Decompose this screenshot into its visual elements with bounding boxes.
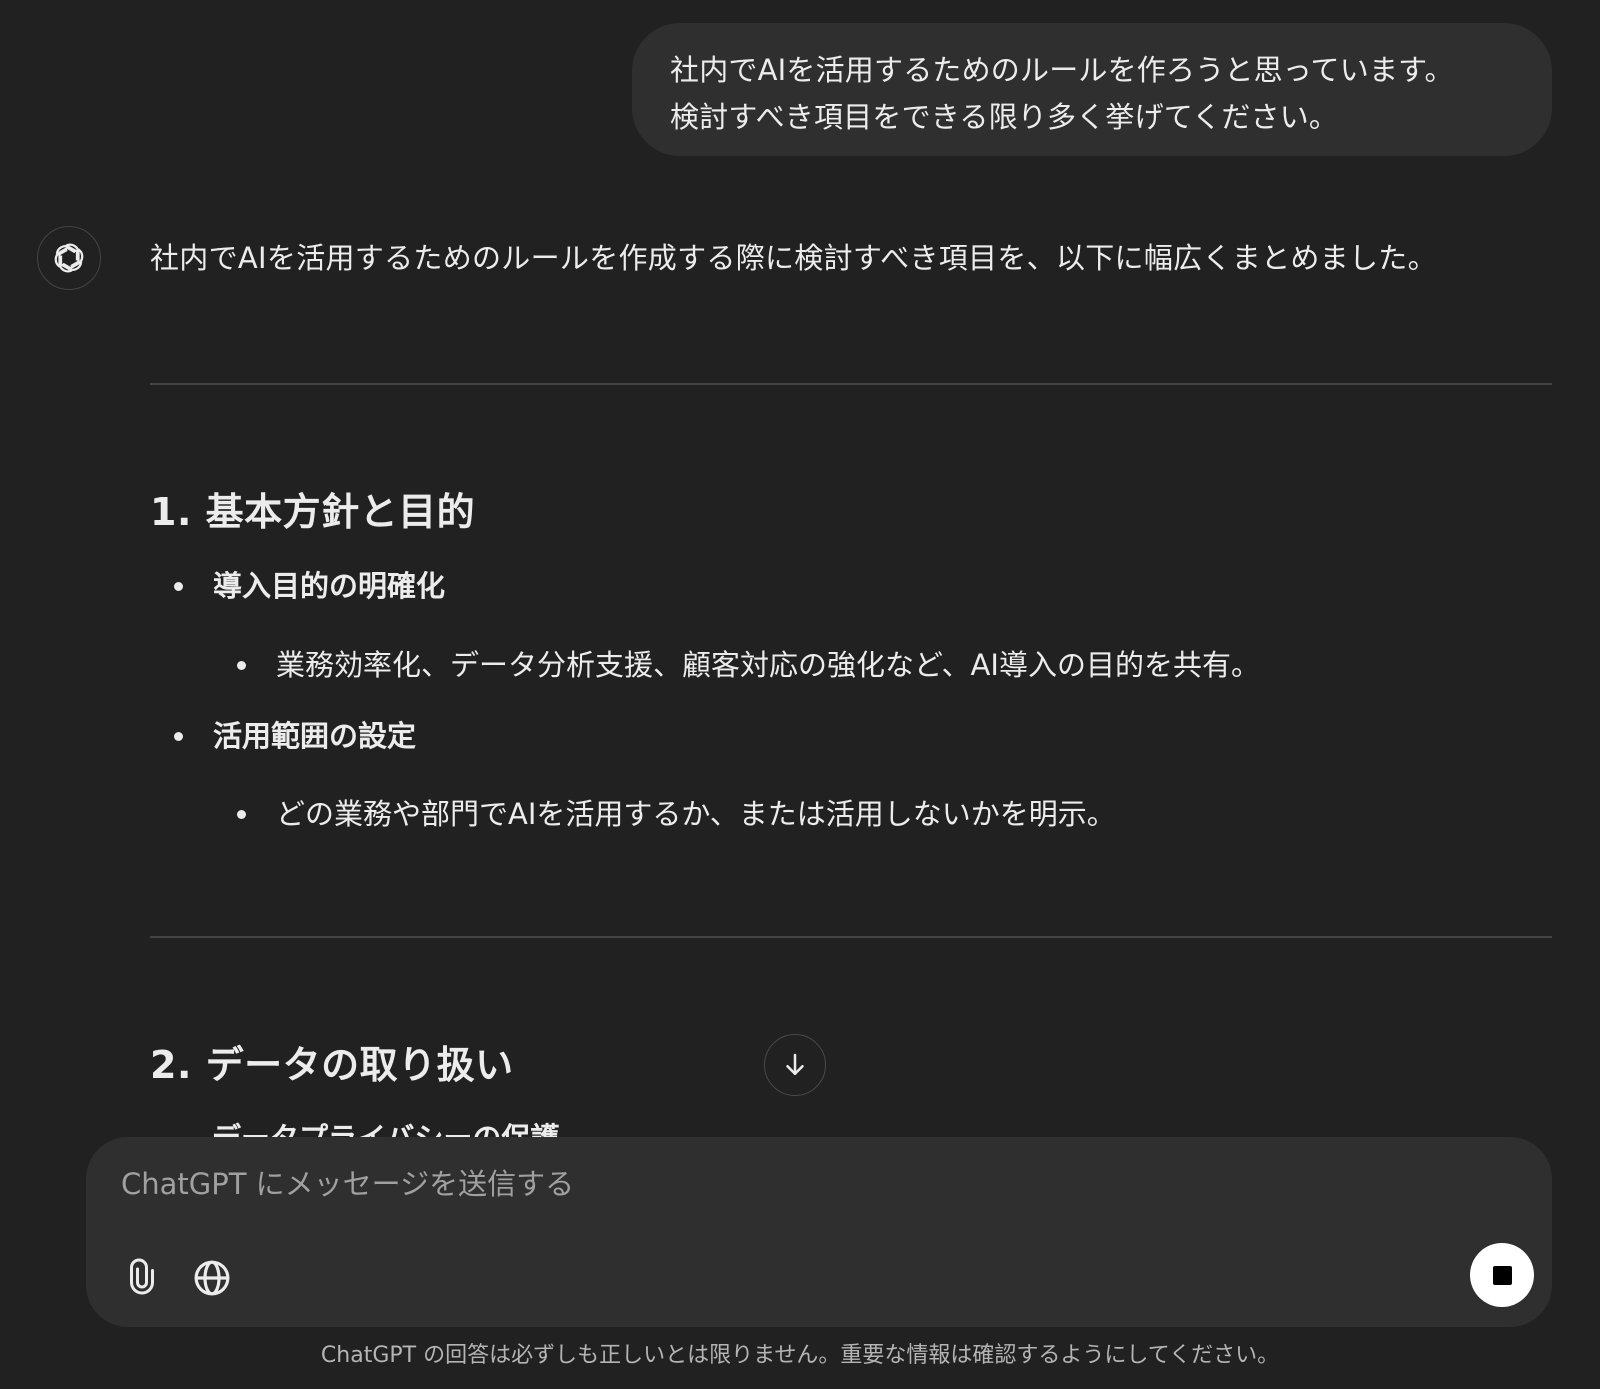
message-input[interactable] [121, 1159, 1421, 1209]
paperclip-icon [130, 1258, 154, 1295]
footer-disclaimer: ChatGPT の回答は必ずしも正しいとは限りません。重要な情報は確認するように… [320, 1343, 1280, 1368]
list-item-title: 導入目的の明確化 [213, 569, 446, 603]
bullet-icon [237, 809, 246, 819]
section-divider [150, 383, 1552, 385]
user-message-line: 検討すべき項目をできる限り多く挙げてください。 [670, 100, 1339, 134]
scroll-to-bottom-button[interactable] [764, 1034, 826, 1096]
bullet-icon [174, 581, 183, 591]
user-message-line: 社内でAIを活用するためのルールを作ろうと思っています。 [670, 53, 1454, 87]
user-message-bubble: 社内でAIを活用するためのルールを作ろうと思っています。 検討すべき項目をできる… [632, 23, 1552, 156]
chatgpt-logo-icon [54, 243, 84, 273]
list-item: どの業務や部門でAIを活用するか、または活用しないかを明示。 [237, 794, 1116, 834]
list-item: 導入目的の明確化 [174, 566, 445, 606]
stop-icon [1492, 1265, 1512, 1285]
bullet-icon [237, 660, 246, 670]
assistant-intro-text: 社内でAIを活用するためのルールを作成する際に検討すべき項目を、以下に幅広くまと… [150, 241, 1437, 275]
message-composer [86, 1137, 1552, 1327]
section-heading: 1. 基本方針と目的 [150, 490, 476, 534]
list-item-title: 活用範囲の設定 [213, 719, 417, 753]
section-heading: 2. データの取り扱い [150, 1043, 514, 1087]
attach-file-button[interactable] [116, 1252, 168, 1304]
section-divider [150, 936, 1552, 938]
list-item-detail: どの業務や部門でAIを活用するか、または活用しないかを明示。 [276, 797, 1116, 831]
web-search-button[interactable] [186, 1252, 238, 1304]
assistant-avatar [37, 226, 101, 290]
chat-page: 社内でAIを活用するためのルールを作ろうと思っています。 検討すべき項目をできる… [0, 0, 1600, 1389]
list-item: 活用範囲の設定 [174, 716, 416, 756]
bullet-icon [174, 731, 183, 741]
list-item: 業務効率化、データ分析支援、顧客対応の強化など、AI導入の目的を共有。 [237, 645, 1260, 685]
globe-icon [194, 1260, 230, 1296]
arrow-down-icon [786, 1053, 804, 1075]
list-item-detail: 業務効率化、データ分析支援、顧客対応の強化など、AI導入の目的を共有。 [276, 648, 1260, 682]
stop-generating-button[interactable] [1470, 1243, 1534, 1307]
